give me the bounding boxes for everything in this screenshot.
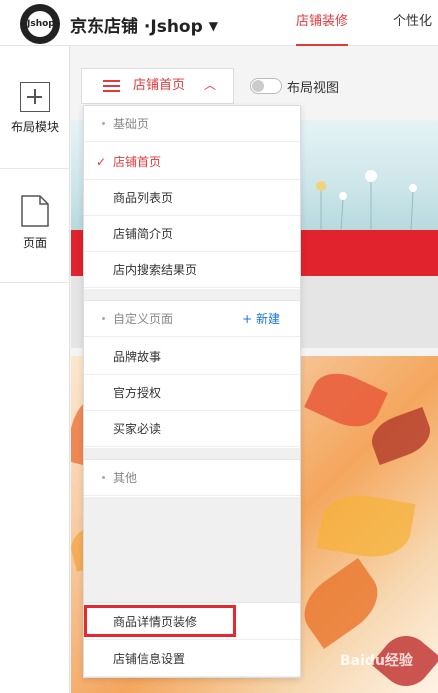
menu-item-label: 商品列表页 [113, 191, 174, 205]
chevron-up-icon: ︿ [204, 78, 217, 92]
sidebar-divider [0, 282, 70, 283]
section-gap [84, 289, 300, 301]
sidebar-item-layout-modules[interactable]: 布局模块 [0, 82, 70, 135]
menu-item-brand-story[interactable]: 品牌故事 [84, 339, 300, 375]
section-label: 自定义页面 [113, 312, 174, 326]
caret-down-icon: ▼ [208, 19, 219, 33]
section-header-other: 其他 [84, 460, 300, 496]
menu-item-label: 店铺信息设置 [113, 652, 186, 666]
leaf-shape [304, 363, 388, 437]
jshop-logo[interactable]: Jshop [20, 4, 60, 44]
menu-item-product-list[interactable]: 商品列表页 [84, 180, 300, 216]
menu-item-label: 店铺简介页 [113, 227, 174, 241]
highlight-box [84, 605, 236, 637]
sidebar-divider [0, 168, 70, 169]
menu-item-store-home[interactable]: ✓ 店铺首页 [84, 144, 300, 180]
new-page-link[interactable]: + 新建 [242, 301, 280, 337]
menu-item-label: 店铺首页 [113, 155, 162, 169]
page-icon [21, 195, 49, 227]
plus-box-icon [20, 82, 50, 112]
section-header-basic: 基础页 [84, 106, 300, 142]
bullet-icon [102, 476, 105, 479]
menu-item-label: 店内搜索结果页 [113, 263, 198, 277]
brand-switcher[interactable]: 京东店铺 ·Jshop ▼ [70, 12, 218, 37]
bullet-icon [102, 317, 105, 320]
logo-text: Jshop [27, 11, 55, 37]
sidebar-item-label: 布局模块 [10, 120, 59, 134]
section-gap [84, 448, 300, 460]
menu-item-store-info-settings[interactable]: 店铺信息设置 [84, 641, 300, 677]
section-label: 基础页 [113, 117, 150, 131]
menu-item-official-auth[interactable]: 官方授权 [84, 375, 300, 411]
page-select-button[interactable]: 店铺首页 ︿ [81, 68, 234, 104]
brand-title: 京东店铺 ·Jshop [70, 17, 203, 37]
tab-store-decoration[interactable]: 店铺装修 [296, 0, 349, 46]
layout-view-toggle[interactable] [250, 78, 282, 94]
empty-area [84, 497, 300, 603]
menu-item-search-results[interactable]: 店内搜索结果页 [84, 252, 300, 288]
menu-item-label: 官方授权 [113, 386, 162, 400]
sidebar-item-pages[interactable]: 页面 [0, 194, 70, 251]
toggle-knob [252, 80, 264, 92]
leaf-shape [316, 488, 416, 564]
menu-item-label: 品牌故事 [113, 350, 162, 364]
menu-item-label: 买家必读 [113, 422, 162, 436]
menu-item-store-intro[interactable]: 店铺简介页 [84, 216, 300, 252]
section-header-custom: 自定义页面 + 新建 [84, 301, 300, 337]
sidebar-item-label: 页面 [22, 236, 47, 250]
menu-icon [103, 80, 120, 92]
left-sidebar: 布局模块 页面 [0, 46, 70, 693]
top-bar: Jshop 京东店铺 ·Jshop ▼ 店铺装修 个性化 [0, 0, 438, 46]
leaf-shape [292, 558, 390, 649]
section-label: 其他 [113, 471, 138, 485]
checkmark-icon: ✓ [96, 155, 107, 169]
menu-item-buyer-notice[interactable]: 买家必读 [84, 411, 300, 447]
tab-personalization[interactable]: 个性化 [393, 0, 432, 46]
bullet-icon [102, 122, 105, 125]
page-dropdown-menu: 基础页 ✓ 店铺首页 商品列表页 店铺简介页 店内搜索结果页 自定义页面 + 新建 … [83, 105, 301, 678]
layout-view-label: 布局视图 [287, 81, 340, 96]
page-select-label: 店铺首页 [133, 78, 186, 93]
watermark: Baidu经验 [340, 653, 413, 669]
